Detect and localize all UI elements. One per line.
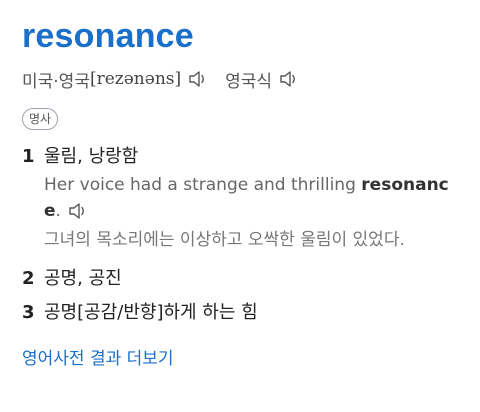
speaker-icon[interactable] bbox=[187, 68, 211, 90]
headword: resonance bbox=[22, 17, 194, 55]
example-korean: 그녀의 목소리에는 이상하고 오싹한 울림이 있었다. bbox=[44, 230, 405, 250]
sense-item: 3 공명[공감/반향]하게 하는 힘 bbox=[22, 300, 462, 326]
pronunciation-row: 미국·영국 [rezənəns] 영국식 bbox=[22, 66, 462, 92]
sense-number: 2 bbox=[22, 268, 35, 289]
example-text-end: . bbox=[55, 201, 61, 221]
part-of-speech-badge: 명사 bbox=[22, 108, 59, 130]
sense-item: 1 울림, 낭랑함 Her voice had a strange and th… bbox=[22, 144, 462, 254]
speaker-icon[interactable] bbox=[278, 68, 302, 90]
example-english: Her voice had a strange and thrilling re… bbox=[44, 172, 462, 224]
more-results-link[interactable]: 영어사전 결과 더보기 bbox=[22, 344, 174, 369]
sense-number: 3 bbox=[22, 302, 35, 323]
sense-meaning: 공명, 공진 bbox=[44, 268, 122, 289]
example-text: Her voice had a strange and thrilling bbox=[44, 175, 362, 195]
pron-region-uk-label: 영국식 bbox=[225, 71, 273, 92]
dictionary-entry: resonance 미국·영국 [rezənəns] 영국식 명사 1 울림, … bbox=[22, 14, 462, 369]
sense-meaning: 공명[공감/반향]하게 하는 힘 bbox=[44, 302, 258, 323]
pron-region-label: 미국·영국 bbox=[22, 71, 90, 92]
speaker-icon[interactable] bbox=[67, 200, 91, 222]
phonetic-transcription: [rezənəns] bbox=[89, 69, 182, 89]
sense-number: 1 bbox=[22, 146, 35, 167]
sense-item: 2 공명, 공진 bbox=[22, 266, 462, 292]
sense-meaning: 울림, 낭랑함 bbox=[44, 146, 139, 167]
